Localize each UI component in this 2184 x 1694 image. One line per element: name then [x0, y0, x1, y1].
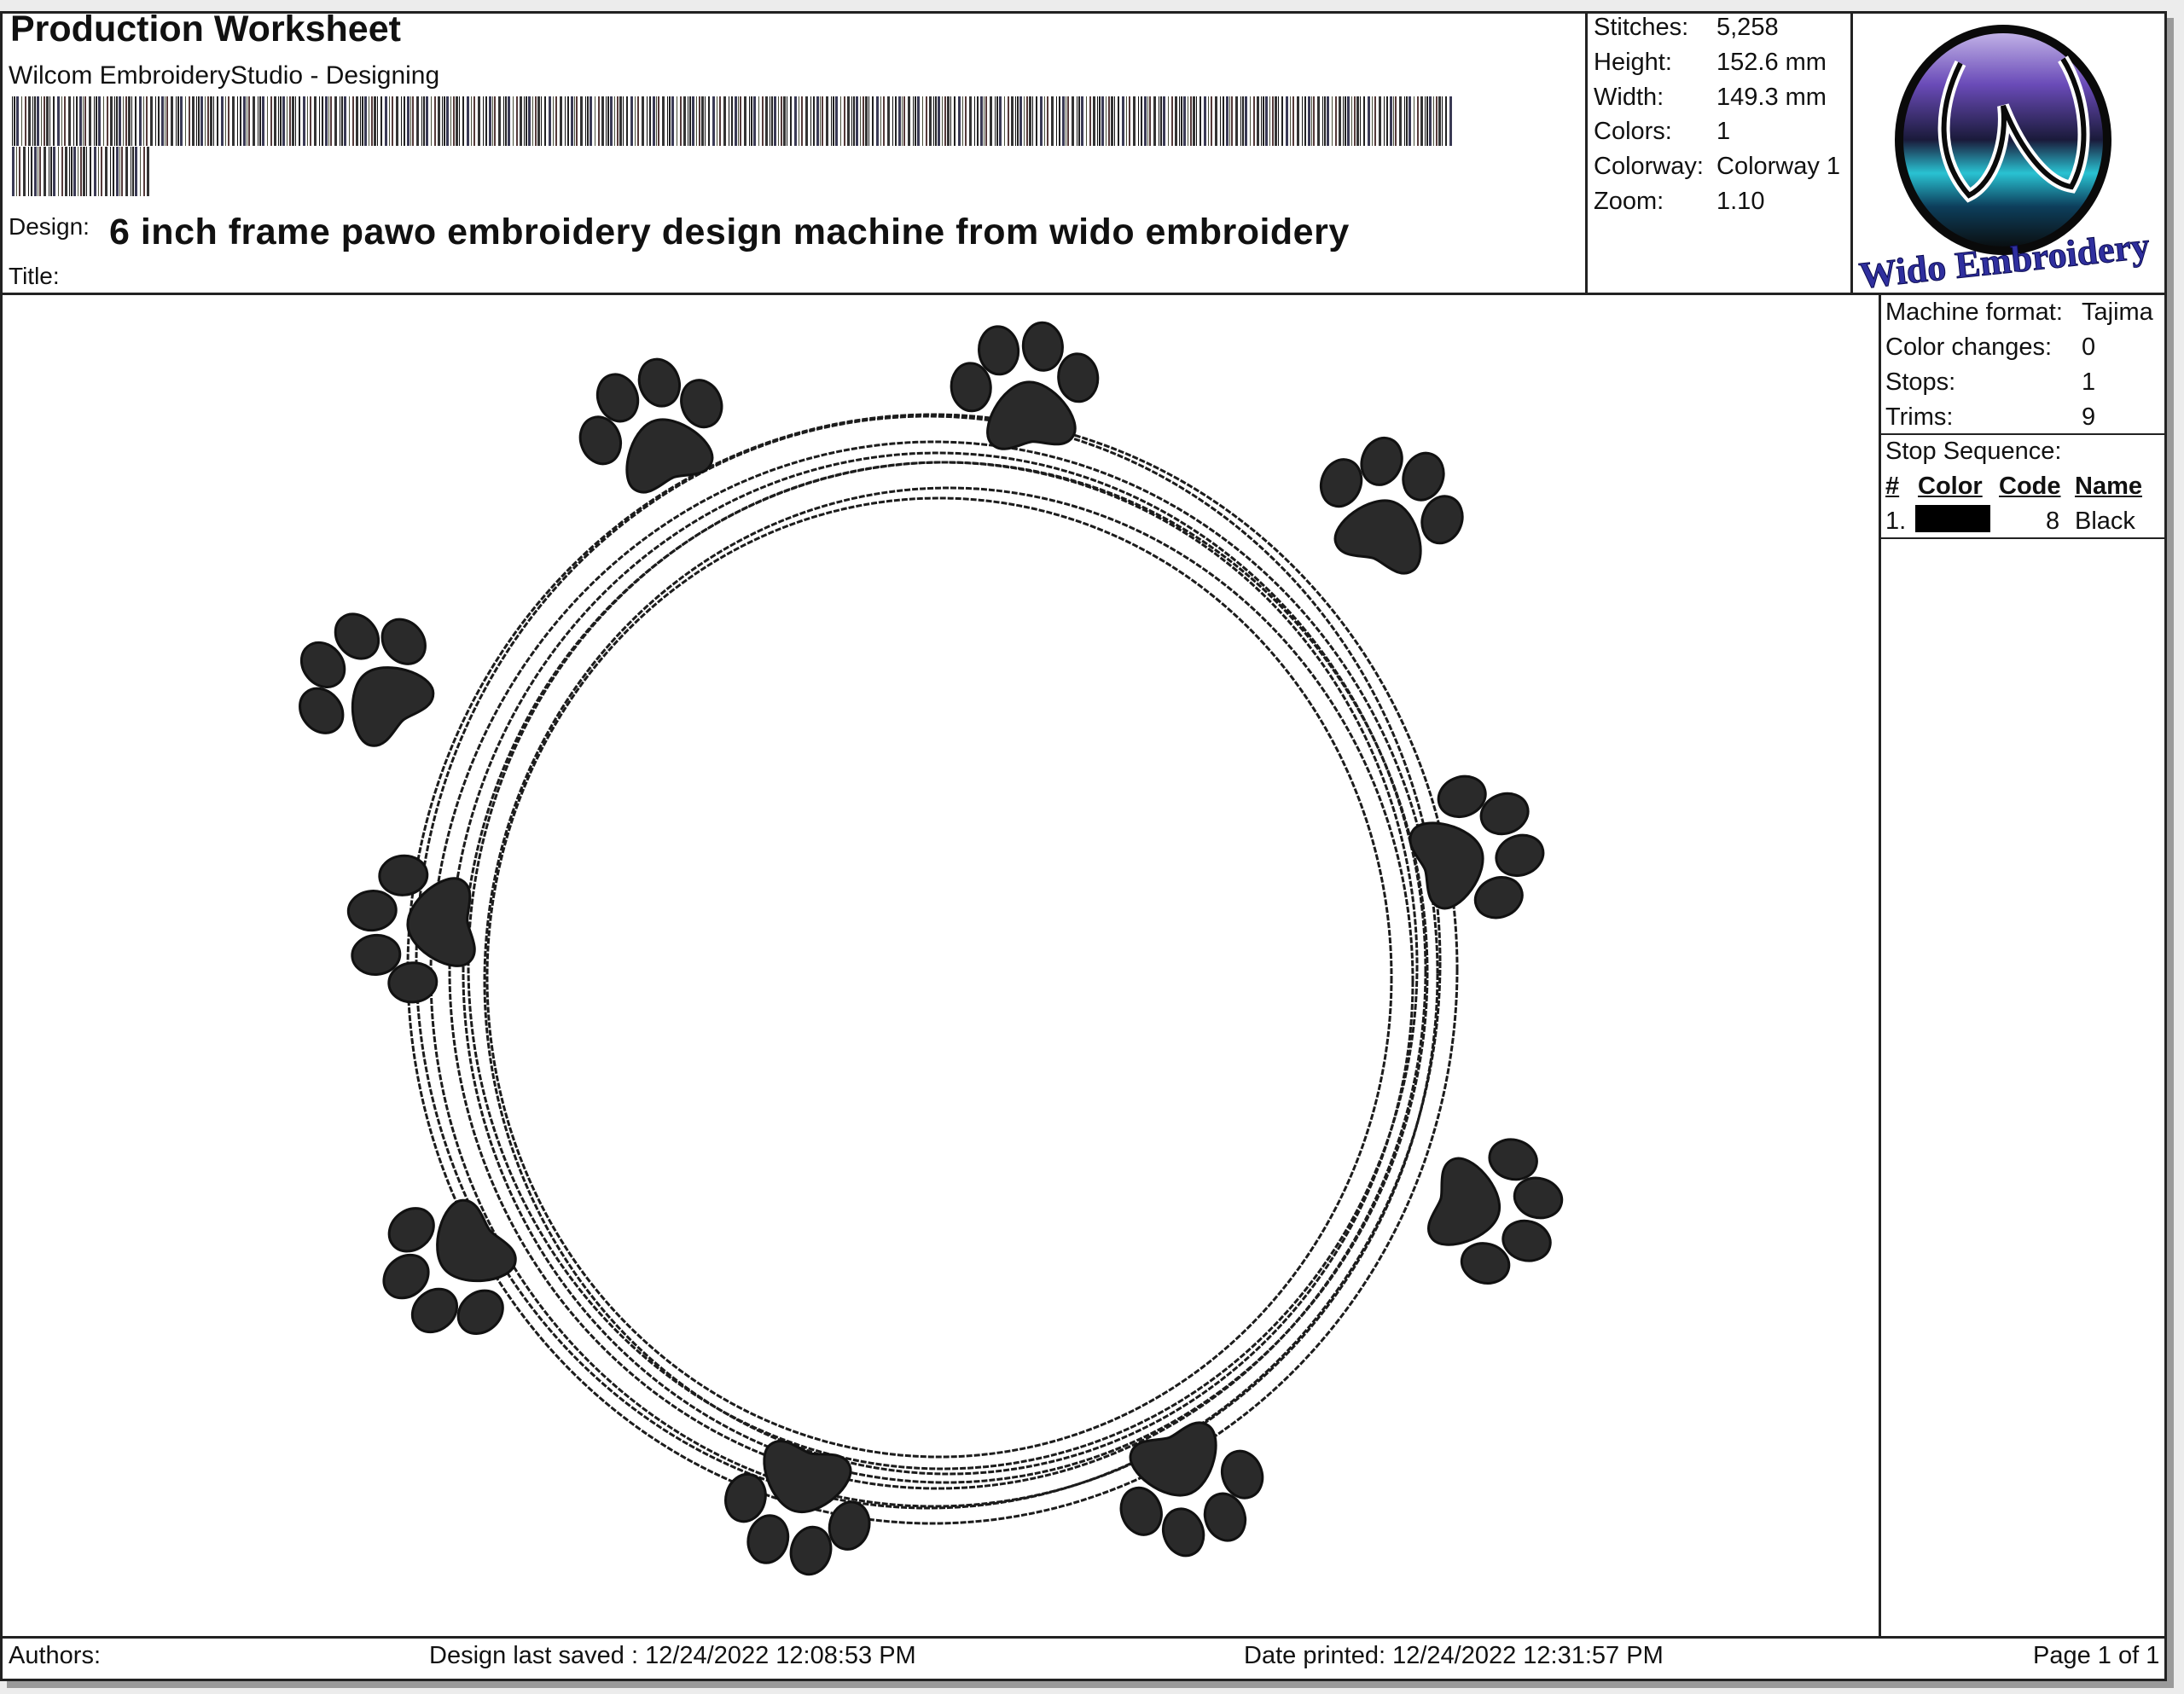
frame-ring	[467, 461, 1419, 1471]
frame-ring	[448, 451, 1427, 1490]
sidebar-rule-2	[1879, 537, 2167, 539]
paw-print	[1409, 774, 1545, 920]
sidebar-rule-1	[1879, 433, 2167, 435]
color-changes-label: Color changes:	[1885, 334, 2053, 361]
authors-label: Authors:	[9, 1642, 101, 1669]
color-changes-value: 0	[2082, 334, 2096, 361]
stop-seq-row-num: 1.	[1885, 508, 1907, 535]
colorway-label: Colorway:	[1594, 153, 1704, 180]
stop-seq-row-name: Black	[2075, 508, 2135, 535]
sidebar-divider	[1879, 293, 1881, 1639]
stop-seq-header-name: Name	[2075, 473, 2142, 500]
frame-rings	[406, 413, 1459, 1525]
stop-seq-header-code: Code	[1999, 473, 2061, 500]
zoom-label: Zoom:	[1594, 188, 1664, 215]
trims-label: Trims:	[1885, 403, 1954, 431]
barcode	[12, 96, 1454, 146]
colorway-value: Colorway 1	[1716, 153, 1841, 180]
wido-embroidery-logo: Wido Embroidery	[1858, 25, 2152, 290]
paw-print	[1426, 1138, 1564, 1285]
frame-ring	[406, 413, 1459, 1525]
frame-ring	[483, 486, 1414, 1476]
paw-print	[724, 1439, 871, 1576]
page-number: Page 1 of 1	[2033, 1642, 2160, 1669]
paw-prints	[299, 321, 1564, 1576]
stops-label: Stops:	[1885, 368, 1956, 396]
app-subtitle: Wilcom EmbroideryStudio - Designing	[9, 61, 440, 90]
stop-seq-header-color: Color	[1918, 473, 1983, 500]
design-label: Design:	[9, 213, 90, 240]
zoom-value: 1.10	[1716, 188, 1765, 215]
frame-ring	[429, 440, 1439, 1508]
barcode-continued	[12, 147, 149, 196]
frame-ring	[485, 496, 1393, 1459]
stop-seq-row-code: 8	[2046, 508, 2060, 535]
paw-print	[299, 612, 435, 747]
design-name: 6 inch frame pawo embroidery design mach…	[109, 212, 1350, 252]
machine-format-value: Tajima	[2082, 299, 2153, 326]
stitches-label: Stitches:	[1594, 14, 1689, 41]
width-value: 149.3 mm	[1716, 84, 1827, 111]
height-value: 152.6 mm	[1716, 49, 1827, 76]
paw-print	[1319, 436, 1464, 575]
colors-label: Colors:	[1594, 118, 1672, 145]
stop-sequence-label: Stop Sequence:	[1885, 438, 2062, 465]
paw-print	[950, 321, 1100, 450]
trims-value: 9	[2082, 403, 2096, 431]
last-saved: Design last saved : 12/24/2022 12:08:53 …	[429, 1642, 916, 1669]
header-divider-2	[1850, 11, 1853, 295]
page-title: Production Worksheet	[10, 9, 401, 49]
stops-value: 1	[2082, 368, 2096, 396]
date-printed: Date printed: 12/24/2022 12:31:57 PM	[1244, 1642, 1664, 1669]
frame-ring	[415, 415, 1442, 1510]
paw-print	[578, 357, 723, 494]
height-label: Height:	[1594, 49, 1672, 76]
header-divider-1	[1585, 11, 1588, 295]
color-swatch	[1915, 505, 1990, 532]
title-label: Title:	[9, 263, 60, 289]
machine-format-label: Machine format:	[1885, 299, 2063, 326]
footer-top-rule	[0, 1636, 2167, 1639]
colors-value: 1	[1716, 118, 1731, 145]
stitches-value: 5,258	[1716, 14, 1779, 41]
paw-print	[1119, 1421, 1264, 1558]
stop-seq-header-num: #	[1885, 473, 1900, 500]
width-label: Width:	[1594, 84, 1664, 111]
embroidery-design-preview	[299, 321, 1564, 1576]
header-bottom-rule	[0, 293, 2167, 295]
